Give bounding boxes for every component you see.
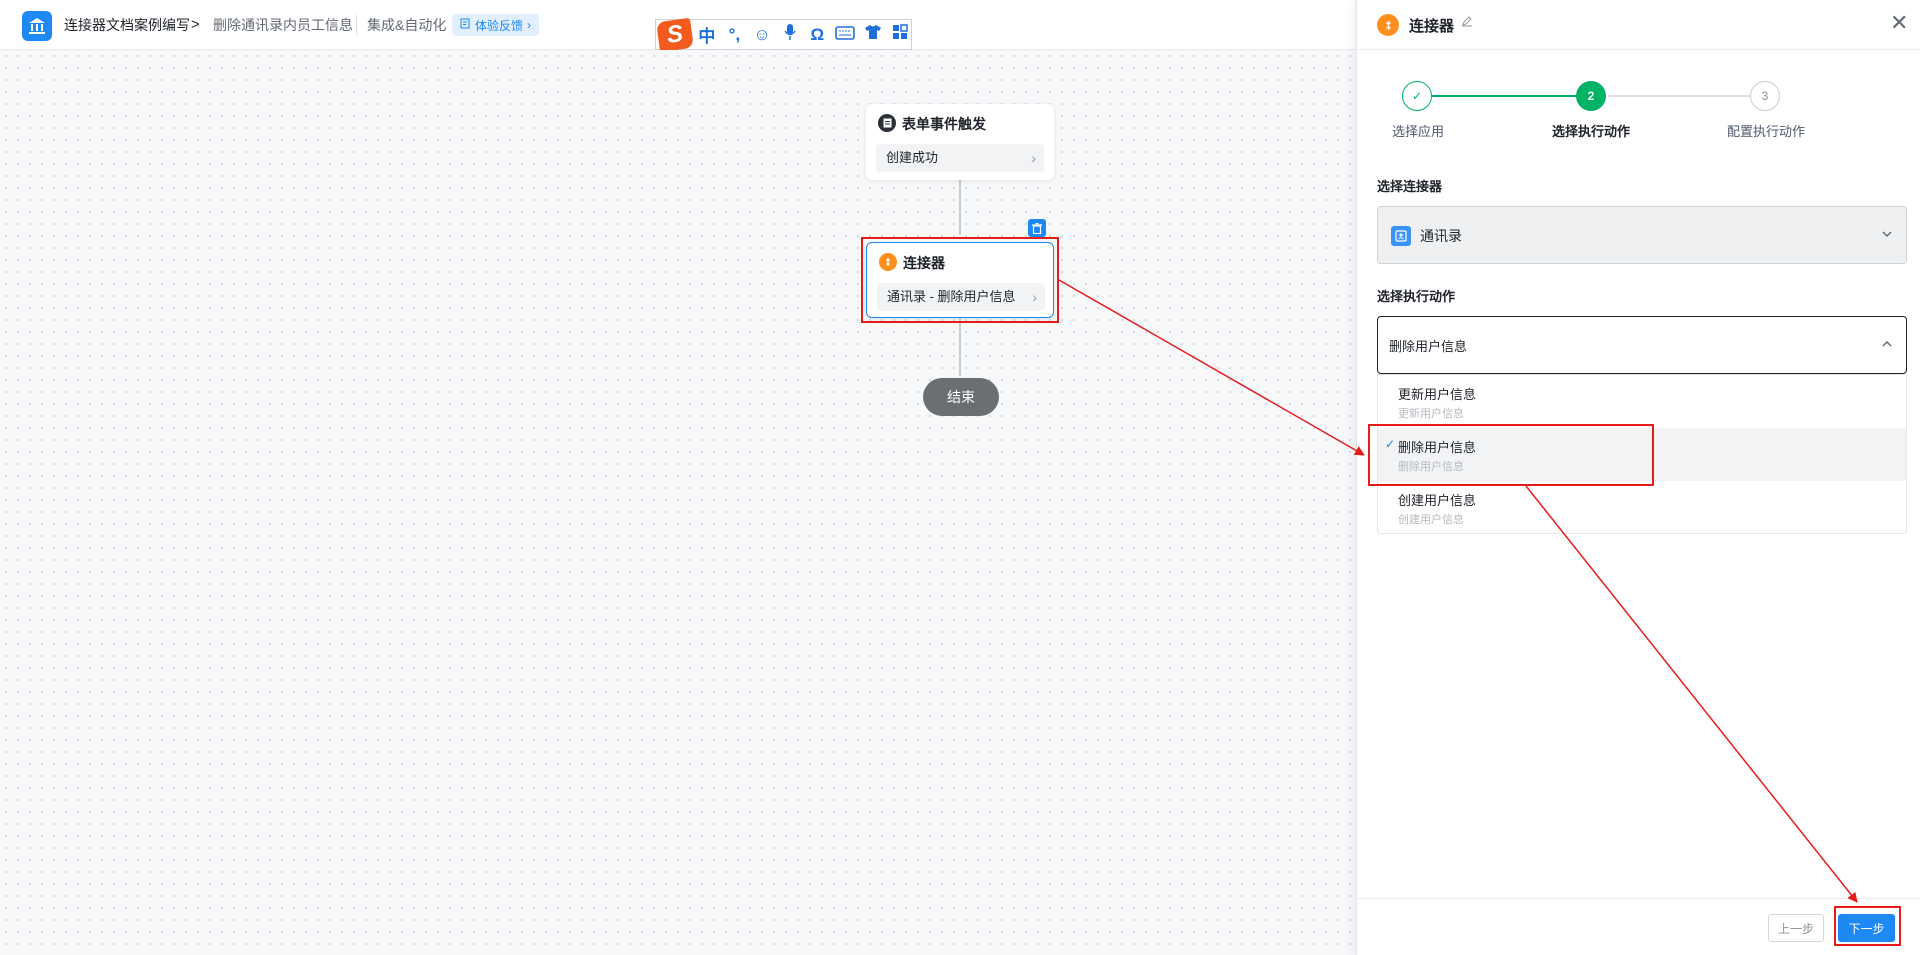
action-field-label: 选择执行动作 xyxy=(1377,289,1456,304)
option-title: 删除用户信息 xyxy=(1398,440,1477,455)
ime-symbol-icon[interactable]: Ω xyxy=(807,25,829,45)
step-3-pending-marker[interactable]: 3 xyxy=(1750,81,1780,111)
ime-toolbox-icon[interactable] xyxy=(889,24,911,45)
flow-line-2 xyxy=(959,318,961,376)
breadcrumb-app-name[interactable]: 连接器文档案例编写 xyxy=(64,16,190,34)
step-line-2 xyxy=(1608,95,1750,97)
sogou-logo-icon[interactable]: S xyxy=(656,17,694,53)
chevron-right-icon: › xyxy=(1032,289,1037,305)
connector-node[interactable]: 连接器 通讯录 - 删除用户信息 › xyxy=(866,242,1054,318)
breadcrumb-separator: > xyxy=(191,16,200,33)
flow-line-1 xyxy=(959,180,961,235)
ime-chinese-mode[interactable]: 中 xyxy=(696,22,718,47)
connector-select-value: 通讯录 xyxy=(1420,228,1462,244)
step-1-done-icon[interactable]: ✓ xyxy=(1402,81,1432,111)
feedback-edit-icon xyxy=(460,18,471,32)
trigger-node-event-label: 创建成功 xyxy=(886,150,939,165)
connector-select[interactable]: 通讯录 xyxy=(1377,206,1907,264)
option-delete-user[interactable]: ✓ 删除用户信息 删除用户信息 xyxy=(1378,428,1906,481)
ime-emoji-icon[interactable]: ☺ xyxy=(751,25,773,45)
close-panel-button[interactable]: ✕ xyxy=(1890,12,1908,34)
step-1-label: 选择应用 xyxy=(1392,124,1445,139)
bank-icon[interactable] xyxy=(22,11,52,41)
connector-icon xyxy=(879,253,897,271)
chevron-right-icon: › xyxy=(1031,150,1036,166)
panel-title: 连接器 xyxy=(1409,18,1455,35)
option-create-user[interactable]: 创建用户信息 创建用户信息 xyxy=(1378,481,1906,534)
panel-header: 连接器 ✕ xyxy=(1357,0,1920,50)
trigger-node-title: 表单事件触发 xyxy=(902,116,986,132)
trigger-node-event[interactable]: 创建成功 › xyxy=(876,144,1044,172)
edit-title-icon[interactable] xyxy=(1461,15,1473,30)
check-icon: ✓ xyxy=(1385,437,1396,451)
action-dropdown-menu: 更新用户信息 更新用户信息 ✓ 删除用户信息 删除用户信息 创建用户信息 创建用… xyxy=(1377,374,1907,534)
feedback-label: 体验反馈 xyxy=(475,18,524,33)
step-2-active-marker[interactable]: 2 xyxy=(1576,81,1606,111)
trigger-node[interactable]: 表单事件触发 创建成功 › xyxy=(866,104,1054,180)
next-step-button[interactable]: 下一步 xyxy=(1838,914,1895,942)
ime-toolbar[interactable]: S 中 °, ☺ Ω xyxy=(655,17,912,53)
connector-config-panel: 连接器 ✕ ✓ 2 3 选择应用 选择执行动作 配置执行动作 选择连接器 通讯录… xyxy=(1356,0,1920,955)
connector-icon xyxy=(1377,14,1399,36)
option-title: 创建用户信息 xyxy=(1398,493,1477,508)
option-description: 更新用户信息 xyxy=(1398,408,1464,420)
chevron-up-icon xyxy=(1880,337,1894,354)
option-title: 更新用户信息 xyxy=(1398,387,1477,402)
form-icon xyxy=(878,114,896,132)
breadcrumb-page-name[interactable]: 删除通讯录内员工信息 xyxy=(213,16,353,34)
connector-node-action-label: 通讯录 - 删除用户信息 xyxy=(887,289,1016,304)
step-line-1 xyxy=(1432,95,1576,97)
chevron-down-icon xyxy=(1880,227,1894,244)
delete-node-button[interactable] xyxy=(1028,219,1046,237)
action-select-value: 删除用户信息 xyxy=(1389,339,1468,354)
integration-label: 集成&自动化 xyxy=(367,17,447,33)
header-divider xyxy=(356,15,357,35)
connector-field-label: 选择连接器 xyxy=(1377,179,1443,194)
connector-node-action[interactable]: 通讯录 - 删除用户信息 › xyxy=(877,283,1045,311)
chevron-right-icon: › xyxy=(527,18,532,32)
contacts-icon xyxy=(1391,226,1411,246)
previous-step-button[interactable]: 上一步 xyxy=(1768,914,1824,942)
action-select[interactable]: 删除用户信息 xyxy=(1377,316,1907,374)
step-3-label: 配置执行动作 xyxy=(1727,124,1806,139)
connector-node-title: 连接器 xyxy=(903,255,945,271)
ime-keyboard-icon[interactable] xyxy=(834,25,856,45)
end-node[interactable]: 结束 xyxy=(923,378,999,416)
ime-voice-icon[interactable] xyxy=(779,23,801,46)
option-description: 删除用户信息 xyxy=(1398,461,1464,473)
feedback-button[interactable]: 体验反馈 › xyxy=(452,14,540,36)
ime-punctuation[interactable]: °, xyxy=(724,25,746,45)
workflow-canvas[interactable] xyxy=(0,50,1355,955)
option-update-user[interactable]: 更新用户信息 更新用户信息 xyxy=(1378,375,1906,428)
option-description: 创建用户信息 xyxy=(1398,514,1464,526)
ime-skin-icon[interactable] xyxy=(862,24,884,45)
panel-footer: 上一步 下一步 xyxy=(1357,898,1920,955)
step-2-label: 选择执行动作 xyxy=(1552,124,1631,139)
